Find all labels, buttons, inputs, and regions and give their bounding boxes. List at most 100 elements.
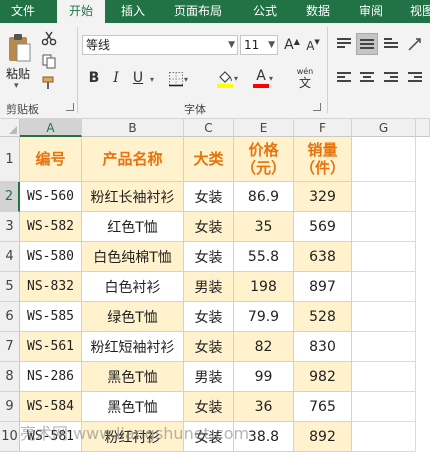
- cell-name[interactable]: 粉红长袖衬衫: [82, 182, 184, 212]
- cell-name[interactable]: 红色T恤: [82, 212, 184, 242]
- cell-category[interactable]: 女装: [184, 242, 234, 272]
- indent-button[interactable]: [404, 67, 426, 89]
- cell-price[interactable]: 198: [234, 272, 294, 302]
- cell-code[interactable]: WS-580: [20, 242, 82, 272]
- orientation-button[interactable]: [404, 33, 426, 55]
- cell-code[interactable]: WS-584: [20, 392, 82, 422]
- cell-code[interactable]: WS-581: [20, 422, 82, 452]
- cell-price[interactable]: 36: [234, 392, 294, 422]
- cell-code[interactable]: NS-832: [20, 272, 82, 302]
- tab-data[interactable]: 数据: [297, 0, 339, 23]
- cut-button[interactable]: [40, 29, 58, 47]
- cell-category[interactable]: 女装: [184, 422, 234, 452]
- font-size-combo[interactable]: 11 ▼: [240, 35, 278, 55]
- empty-cell[interactable]: [352, 362, 416, 392]
- tab-page-layout[interactable]: 页面布局: [164, 0, 232, 23]
- column-header-c[interactable]: C: [184, 119, 234, 137]
- cell-code[interactable]: WS-561: [20, 332, 82, 362]
- cell-name[interactable]: 白色衬衫: [82, 272, 184, 302]
- cell-code[interactable]: WS-585: [20, 302, 82, 332]
- cell-code[interactable]: NS-286: [20, 362, 82, 392]
- column-header-next[interactable]: [416, 119, 430, 137]
- copy-button[interactable]: [40, 52, 58, 70]
- cell-sales[interactable]: 830: [294, 332, 352, 362]
- row-header-8[interactable]: 8: [0, 362, 20, 392]
- cell-sales[interactable]: 329: [294, 182, 352, 212]
- empty-cell[interactable]: [352, 182, 416, 212]
- tab-home[interactable]: 开始: [57, 0, 105, 25]
- font-name-combo[interactable]: 等线 ▼: [82, 35, 238, 55]
- align-center-button[interactable]: [356, 67, 378, 89]
- cell-name[interactable]: 粉红短袖衬衫: [82, 332, 184, 362]
- font-color-button[interactable]: A ▾: [248, 67, 278, 89]
- cell-price[interactable]: 38.8: [234, 422, 294, 452]
- italic-button[interactable]: I: [106, 67, 126, 89]
- row-header-3[interactable]: 3: [0, 212, 20, 242]
- cell-category[interactable]: 女装: [184, 302, 234, 332]
- header-cell-price[interactable]: 价格 （元）: [234, 137, 294, 182]
- cell-name[interactable]: 白色纯棉T恤: [82, 242, 184, 272]
- column-header-a[interactable]: A: [20, 119, 82, 137]
- cell-name[interactable]: 黑色T恤: [82, 362, 184, 392]
- borders-button[interactable]: ▾: [164, 69, 192, 89]
- cell-price[interactable]: 86.9: [234, 182, 294, 212]
- fill-color-button[interactable]: ▾: [212, 67, 242, 89]
- bold-button[interactable]: B: [84, 67, 104, 89]
- cell-category[interactable]: 女装: [184, 392, 234, 422]
- header-cell-code[interactable]: 编号: [20, 137, 82, 182]
- chevron-down-icon[interactable]: ▼: [268, 36, 275, 54]
- cell-price[interactable]: 79.9: [234, 302, 294, 332]
- chevron-down-icon[interactable]: ▼: [228, 36, 235, 54]
- chevron-down-icon[interactable]: ▾: [184, 75, 188, 84]
- row-header-6[interactable]: 6: [0, 302, 20, 332]
- shrink-font-button[interactable]: A ▼: [304, 37, 322, 55]
- align-right-button[interactable]: [380, 67, 402, 89]
- column-header-b[interactable]: B: [82, 119, 184, 137]
- header-cell-sales[interactable]: 销量 （件）: [294, 137, 352, 182]
- tab-insert[interactable]: 插入: [112, 0, 154, 23]
- font-launcher-icon[interactable]: [313, 103, 321, 111]
- cell-sales[interactable]: 982: [294, 362, 352, 392]
- empty-cell[interactable]: [352, 302, 416, 332]
- empty-cell[interactable]: [352, 272, 416, 302]
- underline-dropdown-icon[interactable]: ▾: [150, 75, 154, 84]
- column-header-g[interactable]: G: [352, 119, 416, 137]
- cell-category[interactable]: 女装: [184, 212, 234, 242]
- row-header-7[interactable]: 7: [0, 332, 20, 362]
- empty-cell[interactable]: [352, 392, 416, 422]
- row-header-2[interactable]: 2: [0, 182, 20, 212]
- row-header-1[interactable]: 1: [0, 137, 20, 182]
- column-header-f[interactable]: F: [294, 119, 352, 137]
- tab-review[interactable]: 审阅: [350, 0, 392, 23]
- paste-label[interactable]: 粘贴: [6, 65, 30, 82]
- tab-formulas[interactable]: 公式: [244, 0, 286, 23]
- chevron-down-icon[interactable]: ▾: [234, 74, 238, 83]
- cell-sales[interactable]: 765: [294, 392, 352, 422]
- empty-cell[interactable]: [352, 212, 416, 242]
- cell-code[interactable]: WS-560: [20, 182, 82, 212]
- format-painter-button[interactable]: [40, 74, 58, 92]
- column-header-e[interactable]: E: [234, 119, 294, 137]
- align-left-button[interactable]: [333, 67, 355, 89]
- header-cell-name[interactable]: 产品名称: [82, 137, 184, 182]
- cell-sales[interactable]: 528: [294, 302, 352, 332]
- clipboard-launcher-icon[interactable]: [66, 103, 74, 111]
- cell-name[interactable]: 黑色T恤: [82, 392, 184, 422]
- paste-button[interactable]: [5, 31, 33, 65]
- cell-sales[interactable]: 569: [294, 212, 352, 242]
- select-all-corner[interactable]: [0, 119, 20, 137]
- cell-name[interactable]: 粉红衬衫: [82, 422, 184, 452]
- middle-align-button[interactable]: [356, 33, 378, 55]
- tab-view[interactable]: 视图: [404, 0, 430, 23]
- cell-category[interactable]: 女装: [184, 332, 234, 362]
- phonetic-button[interactable]: wén 文: [292, 65, 318, 91]
- cell-name[interactable]: 绿色T恤: [82, 302, 184, 332]
- bottom-align-button[interactable]: [380, 33, 402, 55]
- row-header-9[interactable]: 9: [0, 392, 20, 422]
- empty-cell[interactable]: [352, 332, 416, 362]
- cell-sales[interactable]: 638: [294, 242, 352, 272]
- cell-price[interactable]: 55.8: [234, 242, 294, 272]
- empty-cell[interactable]: [352, 422, 416, 452]
- cell-sales[interactable]: 897: [294, 272, 352, 302]
- top-align-button[interactable]: [333, 33, 355, 55]
